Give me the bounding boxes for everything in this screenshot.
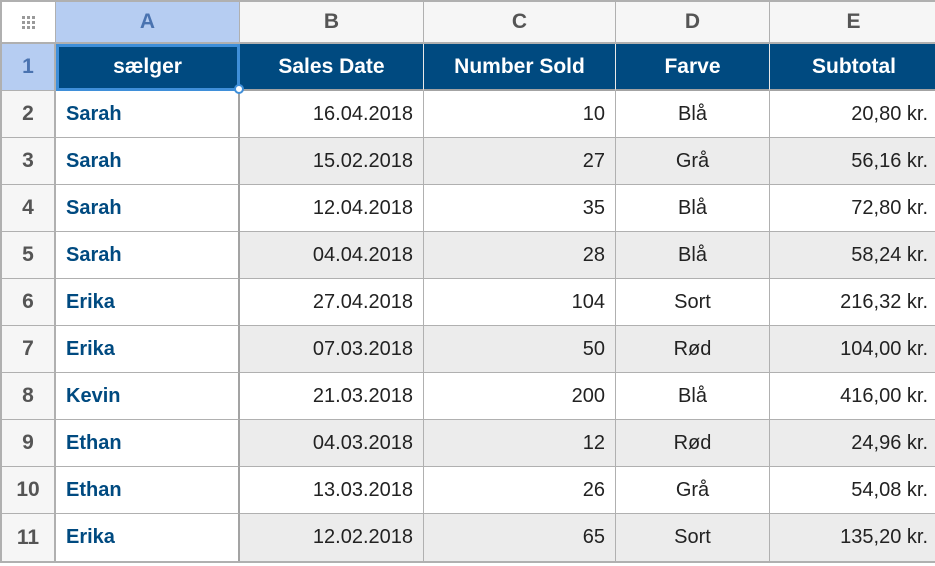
row-header-9[interactable]: 9 bbox=[2, 420, 56, 467]
row-header-11[interactable]: 11 bbox=[2, 514, 56, 561]
header-cell-date[interactable]: Sales Date bbox=[240, 44, 424, 91]
header-cell-seller[interactable]: sælger bbox=[56, 44, 240, 91]
row-header-2[interactable]: 2 bbox=[2, 91, 56, 138]
row-header-4[interactable]: 4 bbox=[2, 185, 56, 232]
cell-E2[interactable]: 20,80 kr. bbox=[770, 91, 935, 138]
cell-E4[interactable]: 72,80 kr. bbox=[770, 185, 935, 232]
cell-A5[interactable]: Sarah bbox=[56, 232, 240, 279]
cell-E5[interactable]: 58,24 kr. bbox=[770, 232, 935, 279]
row-header-8[interactable]: 8 bbox=[2, 373, 56, 420]
cell-A3[interactable]: Sarah bbox=[56, 138, 240, 185]
grid-handle-icon bbox=[22, 16, 35, 29]
cell-E9[interactable]: 24,96 kr. bbox=[770, 420, 935, 467]
cell-A2[interactable]: Sarah bbox=[56, 91, 240, 138]
cell-D4[interactable]: Blå bbox=[616, 185, 770, 232]
row-header-10[interactable]: 10 bbox=[2, 467, 56, 514]
column-header-D[interactable]: D bbox=[616, 2, 770, 44]
cell-C7[interactable]: 50 bbox=[424, 326, 616, 373]
cell-D10[interactable]: Grå bbox=[616, 467, 770, 514]
cell-B3[interactable]: 15.02.2018 bbox=[240, 138, 424, 185]
cell-D2[interactable]: Blå bbox=[616, 91, 770, 138]
cell-A9[interactable]: Ethan bbox=[56, 420, 240, 467]
cell-A8[interactable]: Kevin bbox=[56, 373, 240, 420]
column-header-B[interactable]: B bbox=[240, 2, 424, 44]
row-header-3[interactable]: 3 bbox=[2, 138, 56, 185]
cell-A4[interactable]: Sarah bbox=[56, 185, 240, 232]
cell-C2[interactable]: 10 bbox=[424, 91, 616, 138]
cell-A10[interactable]: Ethan bbox=[56, 467, 240, 514]
select-all-corner[interactable] bbox=[2, 2, 56, 44]
cell-E8[interactable]: 416,00 kr. bbox=[770, 373, 935, 420]
cell-E11[interactable]: 135,20 kr. bbox=[770, 514, 935, 561]
cell-C8[interactable]: 200 bbox=[424, 373, 616, 420]
header-cell-color[interactable]: Farve bbox=[616, 44, 770, 91]
row-header-5[interactable]: 5 bbox=[2, 232, 56, 279]
cell-E10[interactable]: 54,08 kr. bbox=[770, 467, 935, 514]
cell-D9[interactable]: Rød bbox=[616, 420, 770, 467]
cell-B10[interactable]: 13.03.2018 bbox=[240, 467, 424, 514]
header-cell-subtotal[interactable]: Subtotal bbox=[770, 44, 935, 91]
cell-C6[interactable]: 104 bbox=[424, 279, 616, 326]
cell-E3[interactable]: 56,16 kr. bbox=[770, 138, 935, 185]
cell-E7[interactable]: 104,00 kr. bbox=[770, 326, 935, 373]
selection-handle[interactable] bbox=[234, 84, 244, 94]
spreadsheet-grid: A B C D E 1 sælger Sales Date Number Sol… bbox=[0, 0, 935, 563]
cell-D6[interactable]: Sort bbox=[616, 279, 770, 326]
cell-E6[interactable]: 216,32 kr. bbox=[770, 279, 935, 326]
row-header-7[interactable]: 7 bbox=[2, 326, 56, 373]
column-header-E[interactable]: E bbox=[770, 2, 935, 44]
cell-A11[interactable]: Erika bbox=[56, 514, 240, 561]
cell-B11[interactable]: 12.02.2018 bbox=[240, 514, 424, 561]
column-header-C[interactable]: C bbox=[424, 2, 616, 44]
cell-A7[interactable]: Erika bbox=[56, 326, 240, 373]
cell-C4[interactable]: 35 bbox=[424, 185, 616, 232]
cell-A6[interactable]: Erika bbox=[56, 279, 240, 326]
cell-D11[interactable]: Sort bbox=[616, 514, 770, 561]
cell-B8[interactable]: 21.03.2018 bbox=[240, 373, 424, 420]
cell-B4[interactable]: 12.04.2018 bbox=[240, 185, 424, 232]
cell-D3[interactable]: Grå bbox=[616, 138, 770, 185]
cell-D5[interactable]: Blå bbox=[616, 232, 770, 279]
row-header-1[interactable]: 1 bbox=[2, 44, 56, 91]
header-cell-number[interactable]: Number Sold bbox=[424, 44, 616, 91]
cell-C11[interactable]: 65 bbox=[424, 514, 616, 561]
cell-C3[interactable]: 27 bbox=[424, 138, 616, 185]
cell-B5[interactable]: 04.04.2018 bbox=[240, 232, 424, 279]
row-header-6[interactable]: 6 bbox=[2, 279, 56, 326]
cell-B9[interactable]: 04.03.2018 bbox=[240, 420, 424, 467]
cell-C10[interactable]: 26 bbox=[424, 467, 616, 514]
cell-B7[interactable]: 07.03.2018 bbox=[240, 326, 424, 373]
cell-C9[interactable]: 12 bbox=[424, 420, 616, 467]
cell-C5[interactable]: 28 bbox=[424, 232, 616, 279]
column-header-A[interactable]: A bbox=[56, 2, 240, 44]
header-label: sælger bbox=[113, 55, 182, 79]
cell-B2[interactable]: 16.04.2018 bbox=[240, 91, 424, 138]
cell-D7[interactable]: Rød bbox=[616, 326, 770, 373]
cell-D8[interactable]: Blå bbox=[616, 373, 770, 420]
cell-B6[interactable]: 27.04.2018 bbox=[240, 279, 424, 326]
